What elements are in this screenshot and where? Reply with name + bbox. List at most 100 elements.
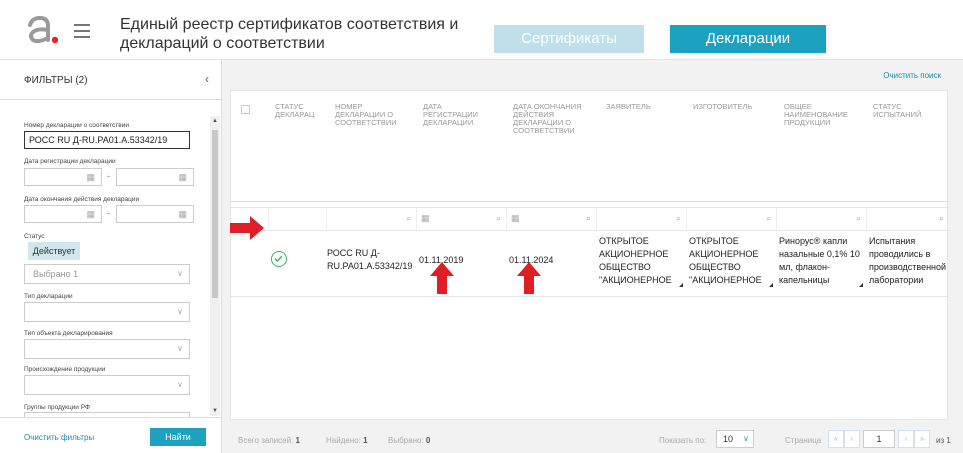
col-test-status[interactable]: СТАТУС ИСПЫТАНИЙ [873,103,939,119]
tab-certificates[interactable]: Сертификаты [494,25,644,53]
chevron-down-icon: ∨ [177,344,183,353]
expand-corner-icon[interactable] [859,283,863,287]
status-chip[interactable]: Действует [28,242,80,260]
status-select-value: Выбрано 1 [33,269,79,279]
chevron-down-icon: ∨ [177,269,183,278]
calendar-icon: ▦ [178,172,187,182]
found-records: Найдено: 1 [326,436,368,445]
status-select[interactable]: Выбрано 1 ∨ [24,264,190,284]
calendar-icon: ▦ [421,213,430,223]
table-footer: Всего записей: 1 Найдено: 1 Выбрано: 0 П… [222,420,963,453]
scrollbar-thumb[interactable] [212,130,218,298]
filter-cell-applicant[interactable]: ⌕ [597,208,687,230]
status-active-icon [271,251,287,267]
search-icon: ⌕ [585,213,591,223]
tab-declarations[interactable]: Декларации [670,25,826,53]
object-type-select[interactable]: ∨ [24,339,190,359]
find-button[interactable]: Найти [150,428,206,446]
search-icon: ⌕ [675,213,681,223]
filter-cell-reg-date[interactable]: ▦ ⌕ [417,208,507,230]
filter-cell-test-status[interactable]: ⌕ [867,208,949,230]
date-separator: - [107,171,110,181]
expand-corner-icon[interactable] [769,283,773,287]
status-label: Статус [24,233,45,240]
reg-date-from[interactable]: ▦ [24,168,102,186]
search-icon: ⌕ [855,213,861,223]
filters-header: ФИЛЬТРЫ (2) ‹ [0,60,222,100]
results-panel: Очистить поиск СТАТУС ДЕКЛАРАЦ НОМЕР ДЕК… [222,60,963,453]
col-manufacturer[interactable]: ИЗГОТОВИТЕЛЬ [693,103,773,111]
calendar-icon: ▦ [86,172,95,182]
filter-cell-end-date[interactable]: ▦ ⌕ [507,208,597,230]
chevron-down-icon: ∨ [743,434,749,443]
page-input[interactable]: 1 [863,430,895,448]
scroll-up-icon[interactable]: ▲ [212,118,218,124]
object-type-label: Тип объекта декларирования [24,330,113,337]
search-icon: ⌕ [405,213,411,223]
col-number[interactable]: НОМЕР ДЕКЛАРАЦИИ О СООТВЕТСТВИИ [335,103,411,127]
filter-cell-manufacturer[interactable]: ⌕ [687,208,777,230]
calendar-icon: ▦ [86,209,95,219]
filters-sidebar: ФИЛЬТРЫ (2) ‹ Номер декларации о соответ… [0,60,222,453]
select-all-checkbox[interactable] [241,105,250,114]
results-table: СТАТУС ДЕКЛАРАЦ НОМЕР ДЕКЛАРАЦИИ О СООТВ… [230,90,949,420]
cell-test-status: Испытания проводились в производственной… [869,236,947,285]
end-date-from[interactable]: ▦ [24,205,102,223]
logo-icon[interactable] [20,10,60,50]
decl-number-label: Номер декларации о соответствии [24,122,129,129]
chevron-down-icon: ∨ [177,307,183,316]
menu-icon[interactable] [74,24,90,38]
col-end-date[interactable]: ДАТА ОКОНЧАНИЯ ДЕЙСТВИЯ ДЕКЛАРАЦИИ О СОО… [513,103,587,135]
expand-corner-icon[interactable] [679,283,683,287]
calendar-icon: ▦ [511,213,520,223]
filters-body: Номер декларации о соответствии РОСС RU … [0,101,210,417]
search-icon: ⌕ [765,213,771,223]
table-row[interactable]: РОСС RU Д-RU.PA01.A.53342/19 01.11.2019 … [231,231,949,297]
reg-date-to[interactable]: ▦ [116,168,194,186]
column-filters: ⌕ ▦ ⌕ ▦ ⌕ ⌕ ⌕ ⌕ ⌕ [231,207,949,231]
header-divider [231,201,949,202]
page-title: Единый реестр сертификатов соответствия … [120,16,459,52]
first-page-button[interactable]: « [828,430,844,448]
filter-cell-status[interactable] [269,208,327,230]
scroll-down-icon[interactable]: ▼ [212,408,218,414]
decl-number-input[interactable]: РОСС RU Д-RU.PA01.A.53342/19 [24,131,190,149]
arrow-up-annotation [430,262,454,294]
page-size-select[interactable]: 10 ∨ [716,430,754,448]
end-date-label: Дата окончания действия декларации [24,196,140,203]
clear-filters-link[interactable]: Очистить фильтры [24,433,94,442]
filter-cell-product[interactable]: ⌕ [777,208,867,230]
end-date-to[interactable]: ▦ [116,205,194,223]
collapse-icon[interactable]: ‹ [205,72,209,86]
sidebar-scrollbar[interactable]: ▲ ▼ [210,116,220,416]
filter-cell-number[interactable]: ⌕ [327,208,417,230]
col-status[interactable]: СТАТУС ДЕКЛАРАЦ [275,103,321,119]
next-page-button[interactable]: › [898,430,914,448]
cell-applicant: ОТКРЫТОЕ АКЦИОНЕРНОЕ ОБЩЕСТВО "АКЦИОНЕРН… [599,236,672,285]
page-count: из 1 [936,436,951,445]
chevron-down-icon: ∨ [177,380,183,389]
header: Единый реестр сертификатов соответствия … [0,0,963,60]
decl-type-select[interactable]: ∨ [24,302,190,322]
page-label: Страница [785,436,822,445]
page-size-value: 10 [723,434,734,444]
cell-product: Ринорус® капли назальные 0,1% 10 мл, фла… [779,236,860,285]
last-page-button[interactable]: » [914,430,930,448]
origin-label: Происхождение продукции [24,366,106,373]
arrow-up-annotation [517,262,541,294]
origin-select[interactable]: ∨ [24,375,190,395]
selected-records: Выбрано: 0 [388,436,431,445]
calendar-icon: ▦ [178,209,187,219]
decl-type-label: Тип декларации [24,293,73,300]
col-reg-date[interactable]: ДАТА РЕГИСТРАЦИИ ДЕКЛАРАЦИИ [423,103,493,127]
search-icon: ⌕ [495,213,501,223]
date-separator: - [107,208,110,218]
col-applicant[interactable]: ЗАЯВИТЕЛЬ [606,103,678,111]
filters-title: ФИЛЬТРЫ (2) [24,75,88,86]
groups-label: Группы продукции РФ [24,404,90,411]
clear-search-link[interactable]: Очистить поиск [883,71,941,80]
reg-date-label: Дата регистрации декларации [24,158,116,165]
col-product[interactable]: ОБЩЕЕ НАИМЕНОВАНИЕ ПРОДУКЦИИ [784,103,866,127]
prev-page-button[interactable]: ‹ [844,430,860,448]
cell-number[interactable]: РОСС RU Д-RU.PA01.A.53342/19 [327,247,415,273]
